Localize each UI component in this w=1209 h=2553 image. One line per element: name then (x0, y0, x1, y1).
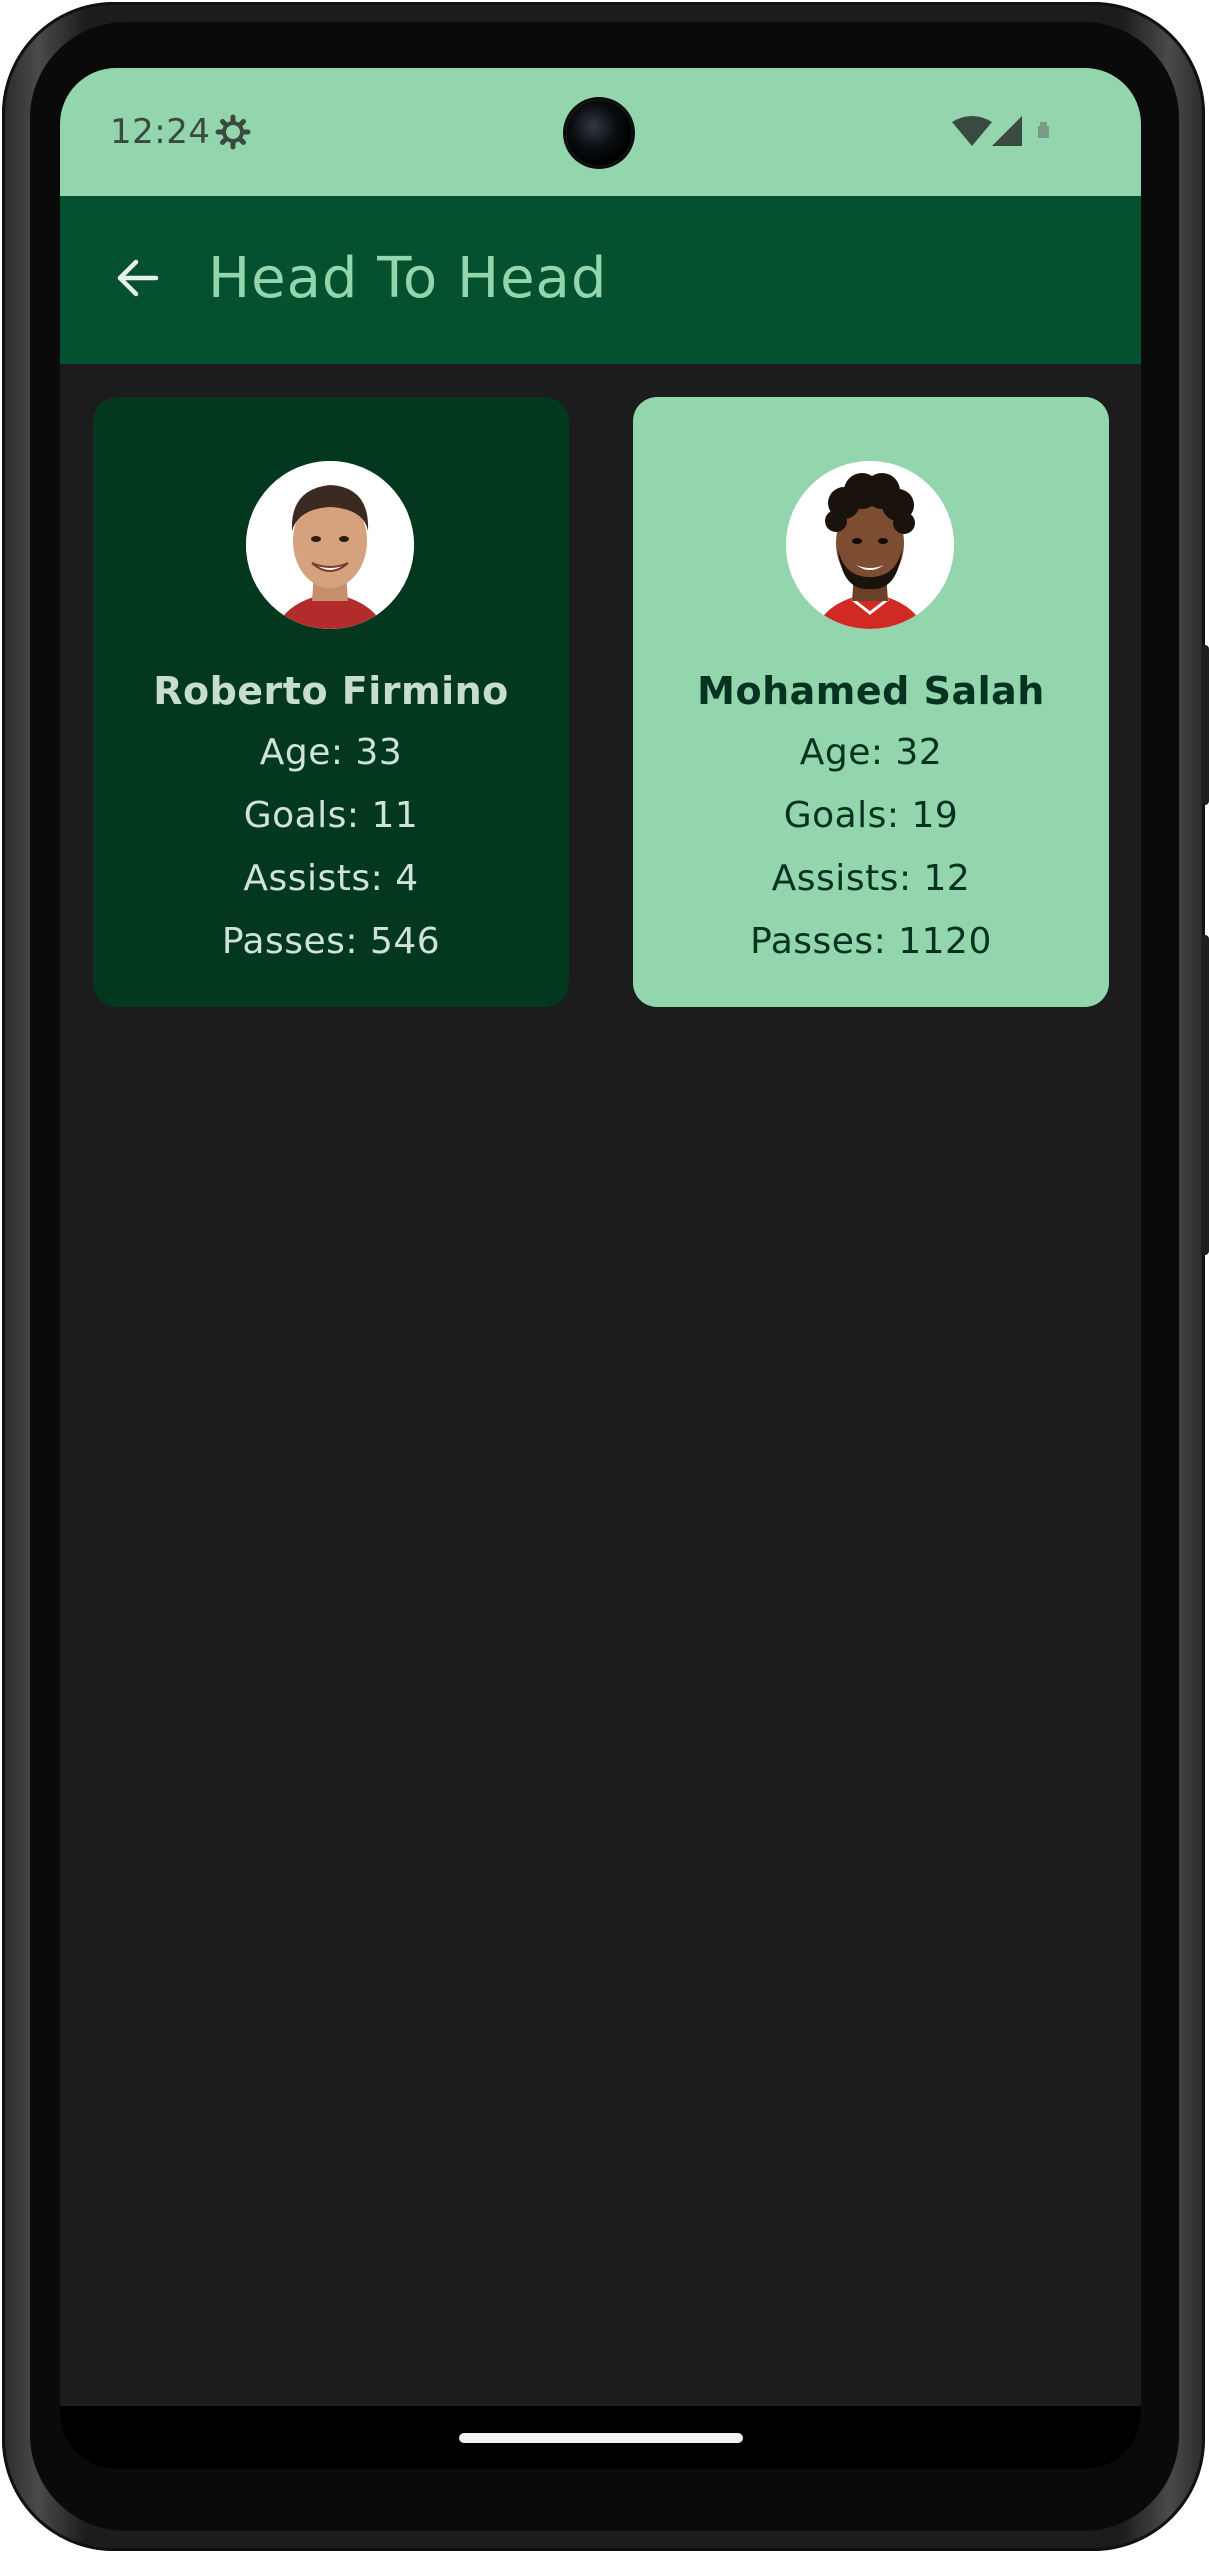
phone-device: 12:24 Head To Head Roberto Firmino Age: … (0, 0, 1209, 2553)
status-time: 12:24 (110, 112, 211, 152)
player-card-salah[interactable]: Mohamed Salah Age: 32 Goals: 19 Assists:… (633, 397, 1109, 1007)
wifi-icon (952, 116, 992, 146)
cell-signal-icon (992, 116, 1022, 146)
status-bar: 12:24 (60, 68, 1141, 196)
back-button[interactable] (94, 236, 182, 324)
volume-button (1201, 935, 1209, 1255)
arrow-back-icon (114, 254, 162, 306)
player-goals: Goals: 19 (783, 795, 959, 836)
player-assists: Assists: 12 (771, 858, 971, 899)
home-indicator[interactable] (459, 2433, 743, 2443)
screen: 12:24 Head To Head Roberto Firmino Age: … (60, 68, 1141, 2469)
player-card-firmino[interactable]: Roberto Firmino Age: 33 Goals: 11 Assist… (93, 397, 569, 1007)
player-age: Age: 32 (799, 732, 943, 773)
app-bar: Head To Head (60, 196, 1141, 364)
player-assists: Assists: 4 (243, 858, 419, 899)
player-passes: Passes: 546 (221, 921, 441, 962)
page-title: Head To Head (208, 246, 608, 311)
front-camera (566, 100, 632, 166)
power-button (1201, 645, 1209, 805)
status-icons (950, 114, 1070, 154)
navigation-bar (60, 2406, 1141, 2469)
player-age: Age: 33 (259, 732, 403, 773)
gear-icon (215, 114, 251, 150)
player-name: Mohamed Salah (697, 669, 1045, 713)
battery-icon (1038, 122, 1049, 138)
player-avatar (246, 461, 414, 629)
player-goals: Goals: 11 (243, 795, 419, 836)
player-name: Roberto Firmino (153, 669, 509, 713)
player-avatar (786, 461, 954, 629)
player-passes: Passes: 1120 (750, 921, 992, 962)
